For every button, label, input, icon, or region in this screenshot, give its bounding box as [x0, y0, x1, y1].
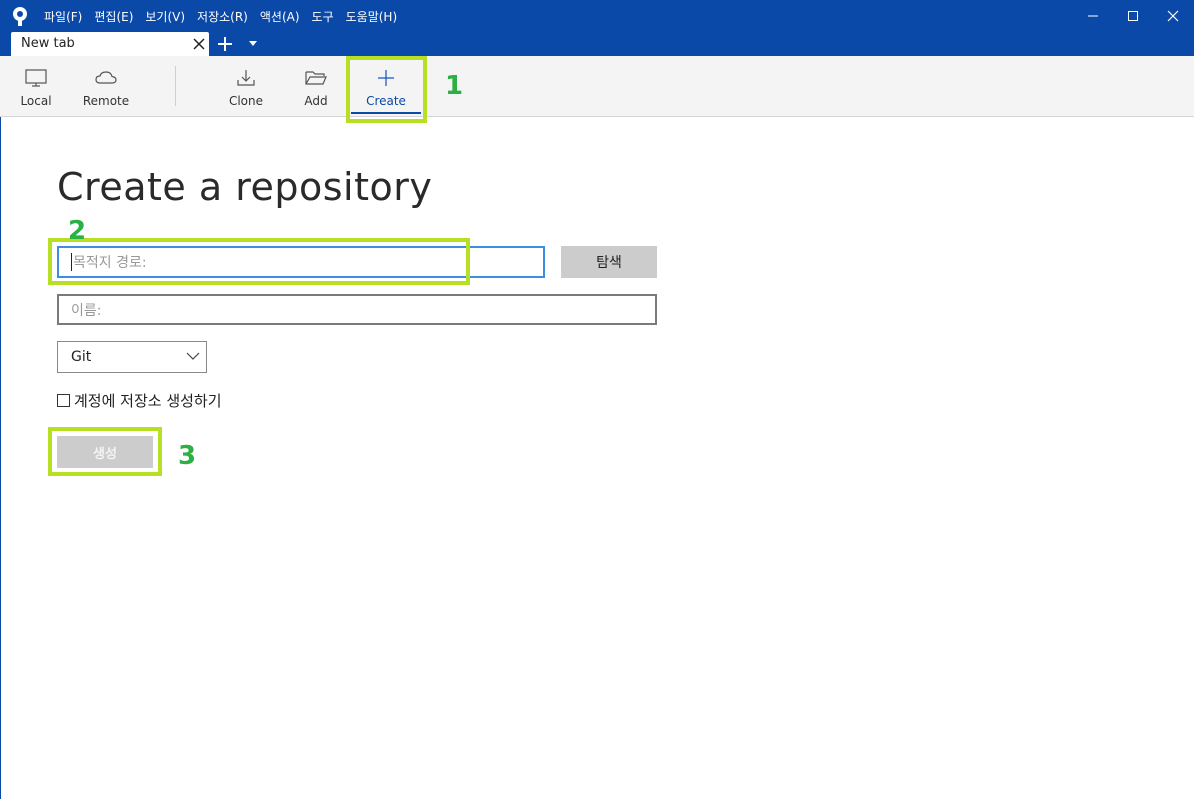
- folder-open-icon: [305, 71, 327, 85]
- title-bar: 파일(F) 편집(E) 보기(V) 저장소(R) 액션(A) 도구 도움말(H): [0, 0, 1194, 32]
- highlight-box-3: [48, 427, 162, 476]
- menu-help[interactable]: 도움말(H): [346, 8, 398, 25]
- sourcetree-logo-icon: [13, 7, 27, 26]
- close-icon: [1167, 10, 1179, 22]
- step-number-3: 3: [178, 441, 197, 471]
- highlight-box-1: [346, 56, 427, 123]
- remote-button[interactable]: Remote: [78, 56, 134, 116]
- account-checkbox[interactable]: [57, 393, 70, 407]
- account-checkbox-label: 계정에 저장소 생성하기: [74, 391, 222, 410]
- step-number-1: 1: [445, 71, 464, 101]
- menu-actions[interactable]: 액션(A): [260, 8, 300, 25]
- tab-strip: New tab: [0, 32, 1194, 56]
- page-title: Create a repository: [57, 165, 433, 209]
- step-number-2: 2: [68, 216, 87, 246]
- menu-bar: 파일(F) 편집(E) 보기(V) 저장소(R) 액션(A) 도구 도움말(H): [44, 0, 409, 32]
- add-button[interactable]: Add: [294, 56, 338, 116]
- remote-label: Remote: [82, 94, 130, 108]
- vcs-selected-value: Git: [71, 349, 92, 365]
- monitor-icon: [25, 69, 47, 87]
- download-icon: [237, 70, 255, 86]
- highlight-box-2: [48, 238, 470, 285]
- plus-icon[interactable]: [216, 35, 234, 53]
- menu-view[interactable]: 보기(V): [145, 8, 185, 25]
- tab-close-icon[interactable]: [193, 38, 205, 50]
- clone-button[interactable]: Clone: [222, 56, 270, 116]
- toolbar: Local Remote Clone Add Create: [0, 56, 1194, 117]
- chevron-down-icon[interactable]: [249, 41, 257, 46]
- menu-repository[interactable]: 저장소(R): [197, 8, 248, 25]
- name-input[interactable]: 이름:: [57, 294, 657, 325]
- window-left-border: [0, 117, 1, 799]
- close-window-button[interactable]: [1150, 0, 1194, 32]
- menu-tools[interactable]: 도구: [312, 8, 334, 25]
- cloud-icon: [95, 71, 117, 84]
- local-button[interactable]: Local: [12, 56, 60, 116]
- account-checkbox-row[interactable]: 계정에 저장소 생성하기: [57, 390, 222, 410]
- tab-new-tab[interactable]: New tab: [11, 32, 209, 56]
- local-label: Local: [20, 94, 52, 108]
- minimize-icon: [1088, 15, 1098, 17]
- menu-file[interactable]: 파일(F): [44, 8, 82, 25]
- name-placeholder: 이름:: [71, 302, 102, 319]
- add-label: Add: [304, 94, 328, 108]
- clone-label: Clone: [228, 94, 264, 108]
- menu-edit[interactable]: 편집(E): [94, 8, 133, 25]
- maximize-icon: [1128, 11, 1138, 21]
- vcs-type-select[interactable]: Git: [57, 341, 207, 373]
- browse-button[interactable]: 탐색: [561, 246, 657, 278]
- chevron-down-icon: [186, 352, 200, 360]
- tab-label: New tab: [21, 36, 75, 51]
- toolbar-divider: [175, 66, 176, 106]
